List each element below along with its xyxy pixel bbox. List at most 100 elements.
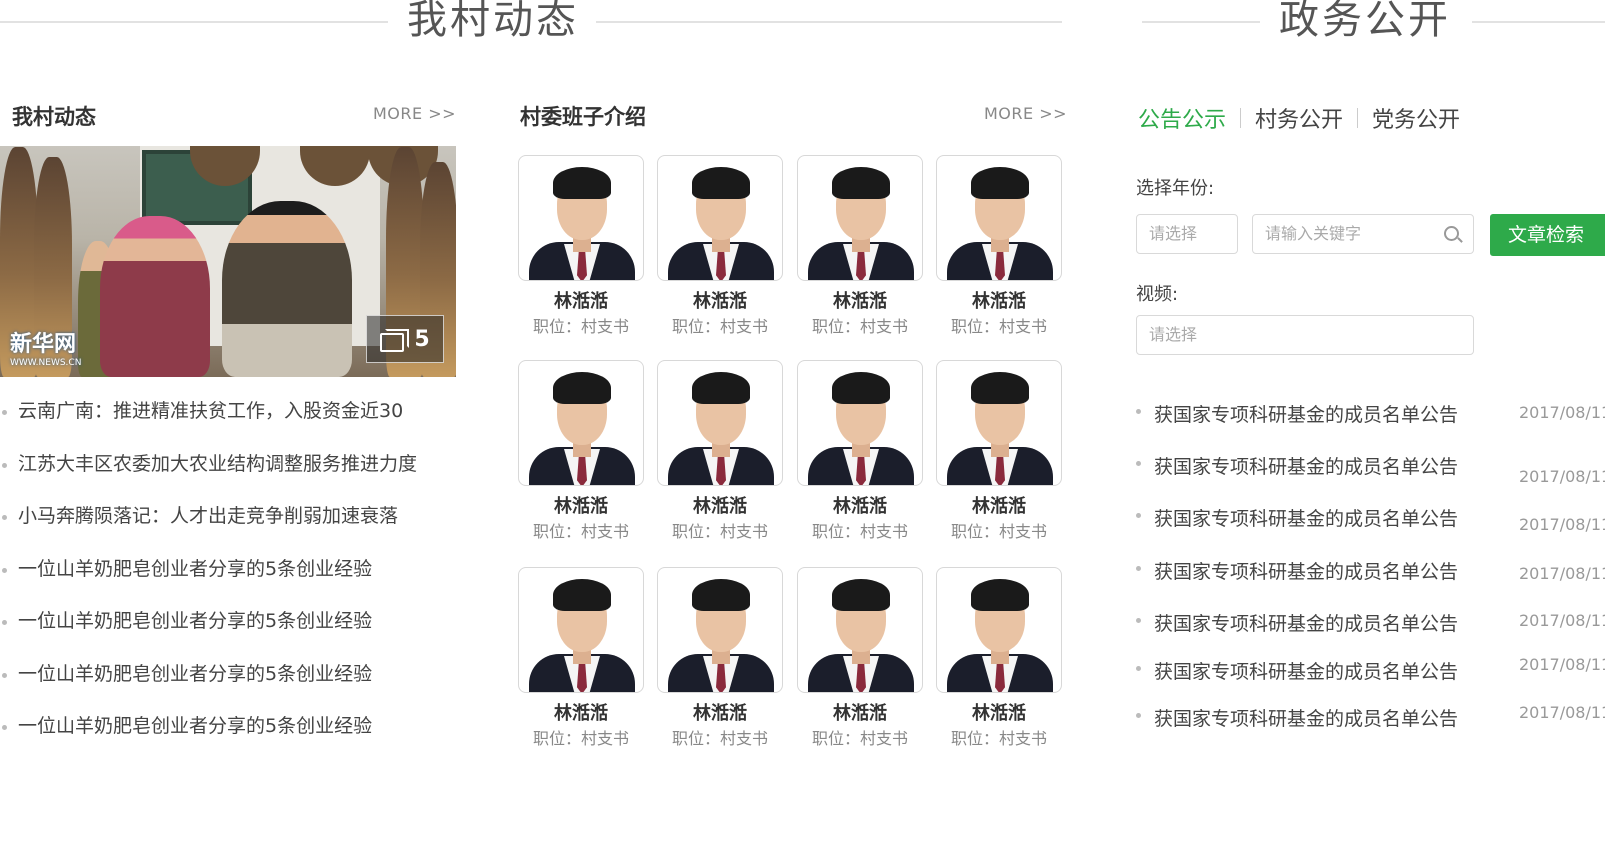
member-name: 林湉湉 (693, 291, 747, 312)
section-divider-right (1142, 21, 1260, 23)
member-role: 职位：村支书 (532, 317, 629, 336)
news-item[interactable]: 一位山羊奶肥皂创业者分享的5条创业经验 (0, 558, 460, 611)
notice-item[interactable]: 获国家专项科研基金的成员名单公告 2017/08/11 (1136, 452, 1605, 486)
news-item[interactable]: 小马奔腾陨落记：人才出走竞争削弱加速衰落 (0, 505, 460, 558)
member-card[interactable]: 林湉湉职位：村支书 (797, 360, 925, 545)
year-label: 选择年份: (1136, 178, 1215, 199)
member-name: 林湉湉 (833, 703, 887, 724)
member-role: 职位：村支书 (532, 729, 629, 748)
tab-village-affairs[interactable]: 村务公开 (1255, 102, 1343, 134)
members-more-link[interactable]: MORE >> (984, 104, 1067, 123)
member-role: 职位：村支书 (950, 729, 1047, 748)
member-role: 职位：村支书 (671, 522, 768, 541)
member-photo (518, 360, 644, 486)
gallery-count: 5 (414, 326, 430, 352)
video-label: 视频: (1136, 284, 1179, 305)
gallery-count-button[interactable]: 5 (366, 315, 444, 363)
keyword-placeholder: 请输入关键字 (1265, 224, 1362, 243)
notice-item[interactable]: 获国家专项科研基金的成员名单公告 2017/08/11 (1136, 703, 1605, 734)
notice-date: 2017/08/11 (1519, 655, 1605, 674)
hair (692, 372, 750, 404)
section-divider-right (1472, 21, 1605, 23)
keyword-search-input[interactable]: 请输入关键字 (1252, 214, 1474, 254)
member-role: 职位：村支书 (811, 522, 908, 541)
member-card[interactable]: 林湉湉职位：村支书 (518, 567, 646, 752)
hair (553, 579, 611, 611)
member-name: 林湉湉 (554, 703, 608, 724)
news-item[interactable]: 云南广南：推进精准扶贫工作，入股资金近30 (0, 400, 460, 453)
news-panel-title: 我村动态 (12, 105, 96, 129)
section-title-village-news: 我村动态 (407, 0, 579, 43)
notice-date: 2017/08/11 (1519, 515, 1605, 534)
notice-title: 获国家专项科研基金的成员名单公告 (1154, 508, 1459, 530)
notice-item[interactable]: 获国家专项科研基金的成员名单公告 2017/08/11 (1136, 557, 1605, 587)
member-photo (518, 567, 644, 693)
member-name: 林湉湉 (972, 703, 1026, 724)
tab-notices[interactable]: 公告公示 (1138, 102, 1226, 134)
member-card[interactable]: 林湉湉职位：村支书 (797, 155, 925, 340)
hair (692, 167, 750, 199)
member-card[interactable]: 林湉湉职位：村支书 (657, 155, 785, 340)
hair (832, 167, 890, 199)
notice-item[interactable]: 获国家专项科研基金的成员名单公告 2017/08/11 (1136, 609, 1605, 639)
member-card[interactable]: 林湉湉 职位：村支书 (936, 155, 1064, 340)
member-name: 林湉湉 (833, 496, 887, 517)
year-select[interactable]: 请选择 (1136, 214, 1238, 254)
news-photo-logo: 新华网 WWW.NEWS.CN (10, 332, 82, 368)
video-select[interactable]: 请选择 (1136, 315, 1474, 355)
member-card[interactable]: 林湉湉职位：村支书 (936, 360, 1064, 545)
article-search-button[interactable]: 文章检索 (1490, 214, 1605, 256)
member-role: 职位：村支书 (811, 317, 908, 336)
news-item[interactable]: 一位山羊奶肥皂创业者分享的5条创业经验 (0, 610, 460, 663)
member-card[interactable]: 林湉湉 职位：村支书 (657, 567, 785, 752)
member-name: 林湉湉 (972, 496, 1026, 517)
news-item[interactable]: 一位山羊奶肥皂创业者分享的5条创业经验 (0, 663, 460, 716)
search-icon[interactable] (1444, 226, 1459, 241)
member-card[interactable]: 林湉湉职位：村支书 (518, 155, 646, 340)
news-more-link[interactable]: MORE >> (373, 104, 456, 123)
tab-party-affairs[interactable]: 党务公开 (1372, 102, 1460, 134)
member-name: 林湉湉 (554, 291, 608, 312)
member-name: 林湉湉 (972, 291, 1026, 312)
member-photo (797, 360, 923, 486)
section-divider-left (596, 21, 1062, 23)
member-photo (657, 155, 783, 281)
member-photo (797, 155, 923, 281)
gallery-icon (380, 329, 410, 352)
hair (692, 579, 750, 611)
member-card[interactable]: 林湉湉职位：村支书 (936, 567, 1064, 752)
member-name: 林湉湉 (833, 291, 887, 312)
member-photo (936, 567, 1062, 693)
notice-date: 2017/08/11 (1519, 703, 1605, 722)
member-photo (518, 155, 644, 281)
member-card[interactable]: 林湉湉 职位：村支书 (797, 567, 925, 752)
notice-item[interactable]: 获国家专项科研基金的成员名单公告 2017/08/11 (1136, 504, 1605, 534)
hair (832, 372, 890, 404)
notice-title: 获国家专项科研基金的成员名单公告 (1154, 613, 1459, 635)
member-name: 林湉湉 (554, 496, 608, 517)
member-card[interactable]: 林湉湉 职位：村支书 (657, 360, 785, 545)
tab-divider (1357, 108, 1359, 128)
notice-date: 2017/08/11 (1519, 564, 1605, 583)
news-list: 云南广南：推进精准扶贫工作，入股资金近30 江苏大丰区农委加大农业结构调整服务推… (0, 400, 460, 768)
member-card[interactable]: 林湉湉职位：村支书 (518, 360, 646, 545)
hair (971, 372, 1029, 404)
notice-date: 2017/08/11 (1519, 611, 1605, 630)
member-role: 职位：村支书 (671, 317, 768, 336)
member-role: 职位：村支书 (950, 522, 1047, 541)
notice-title: 获国家专项科研基金的成员名单公告 (1154, 661, 1459, 683)
hair (971, 167, 1029, 199)
news-item[interactable]: 一位山羊奶肥皂创业者分享的5条创业经验 (0, 715, 460, 768)
news-photo[interactable]: 新华网 WWW.NEWS.CN 5 (0, 146, 456, 377)
notice-title: 获国家专项科研基金的成员名单公告 (1154, 456, 1459, 478)
member-photo (797, 567, 923, 693)
news-item[interactable]: 江苏大丰区农委加大农业结构调整服务推进力度 (0, 453, 460, 506)
member-photo (936, 360, 1062, 486)
notice-title: 获国家专项科研基金的成员名单公告 (1154, 561, 1459, 583)
member-role: 职位：村支书 (532, 522, 629, 541)
notice-item[interactable]: 获国家专项科研基金的成员名单公告 2017/08/11 (1136, 400, 1605, 430)
members-panel-title: 村委班子介绍 (520, 105, 646, 129)
section-divider-left (0, 21, 388, 23)
notice-item[interactable]: 获国家专项科研基金的成员名单公告 2017/08/11 (1136, 655, 1605, 687)
member-name: 林湉湉 (693, 703, 747, 724)
